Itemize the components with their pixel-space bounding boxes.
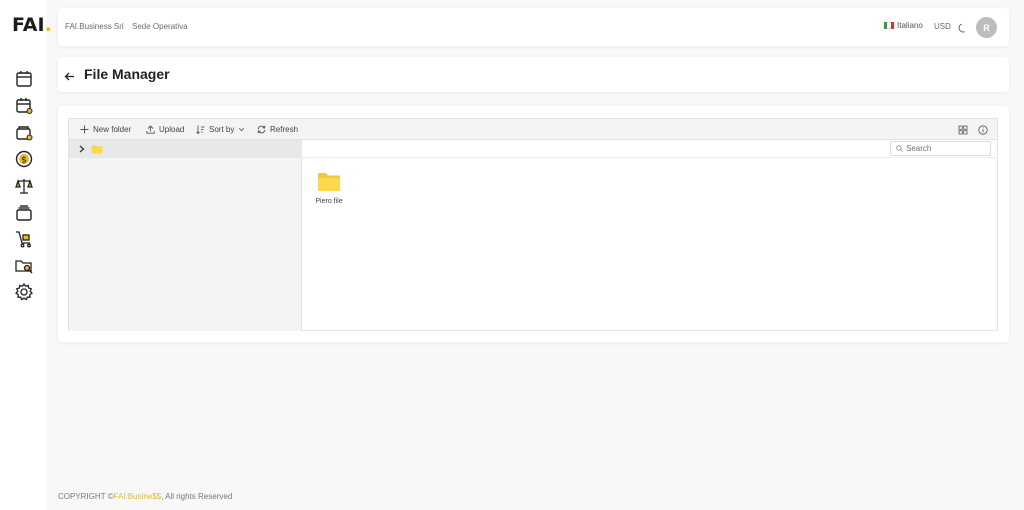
folder-search-icon[interactable] [14, 256, 34, 276]
copyright-suffix: , All rights Reserved [161, 492, 233, 501]
grid-view-button[interactable] [958, 125, 968, 135]
folder-tree [69, 140, 302, 331]
folder-icon [318, 173, 340, 191]
details-button[interactable] [978, 125, 988, 135]
copyright-prefix: COPYRIGHT © [58, 492, 114, 501]
top-header: FAI.Business Srl Sede Operativa Italiano… [58, 8, 1009, 46]
refresh-button[interactable]: Refresh [257, 124, 298, 135]
logo[interactable]: FAI. [12, 15, 52, 35]
upload-label: Upload [159, 125, 185, 134]
file-item[interactable]: Piero file [310, 168, 348, 208]
search-icon [896, 145, 903, 152]
avatar[interactable]: R [976, 17, 997, 38]
scale-icon[interactable] [14, 176, 34, 196]
gear-icon[interactable] [14, 282, 34, 302]
sidebar: FAI. $ [0, 0, 52, 510]
logo-text: FAI [12, 14, 45, 36]
logo-dot: . [44, 14, 52, 36]
svg-text:$: $ [21, 156, 27, 166]
upload-button[interactable]: Upload [146, 124, 184, 135]
footer-brand-link[interactable]: FAI.Busine$$ [114, 492, 162, 501]
language-selector[interactable]: Italiano [884, 21, 923, 30]
search-input[interactable] [906, 143, 988, 154]
content-header [302, 140, 997, 158]
language-label: Italiano [897, 21, 923, 30]
new-folder-button[interactable]: New folder [80, 124, 131, 135]
dark-mode-toggle[interactable] [957, 21, 968, 33]
sort-icon [196, 125, 205, 134]
dollar-coin-icon[interactable]: $ [14, 149, 34, 169]
moon-icon [958, 23, 965, 33]
upload-icon [146, 125, 155, 134]
italy-flag-icon [884, 22, 894, 29]
refresh-icon [257, 125, 266, 134]
folder-icon [91, 145, 103, 154]
file-manager-toolbar: New folder Upload Sort by Refresh [69, 119, 997, 140]
calendar-user-icon[interactable] [14, 96, 34, 116]
cart-icon[interactable] [14, 229, 34, 249]
file-manager: New folder Upload Sort by Refresh Search… [68, 118, 998, 331]
grid-icon [958, 125, 968, 135]
sort-by-button[interactable]: Sort by [196, 124, 245, 135]
cards-stack-icon[interactable] [14, 203, 34, 223]
tree-root-item[interactable] [69, 140, 302, 158]
wallet-icon[interactable] [14, 123, 34, 143]
calendar-icon[interactable] [14, 69, 34, 89]
info-icon [978, 125, 988, 135]
page-title: File Manager [84, 66, 170, 82]
search-box[interactable] [890, 141, 991, 156]
sede-name[interactable]: Sede Operativa [132, 22, 188, 31]
chevron-down-icon [239, 128, 245, 132]
currency-selector[interactable]: USD [934, 22, 951, 31]
file-manager-card: New folder Upload Sort by Refresh Search… [58, 106, 1009, 342]
sort-by-label: Sort by [209, 125, 235, 134]
file-name: Piero file [315, 198, 343, 205]
new-folder-label: New folder [93, 125, 132, 134]
page-title-card: File Manager [58, 57, 1009, 92]
refresh-label: Refresh [270, 125, 299, 134]
plus-icon [80, 125, 89, 134]
chevron-right-icon[interactable] [78, 145, 85, 153]
company-name[interactable]: FAI.Business Srl [65, 22, 124, 31]
footer-copyright: COPYRIGHT ©FAI.Busine$$, All rights Rese… [58, 492, 232, 501]
back-button[interactable] [64, 69, 75, 81]
file-content-area: Piero file [302, 140, 997, 331]
arrow-left-icon [64, 72, 74, 81]
